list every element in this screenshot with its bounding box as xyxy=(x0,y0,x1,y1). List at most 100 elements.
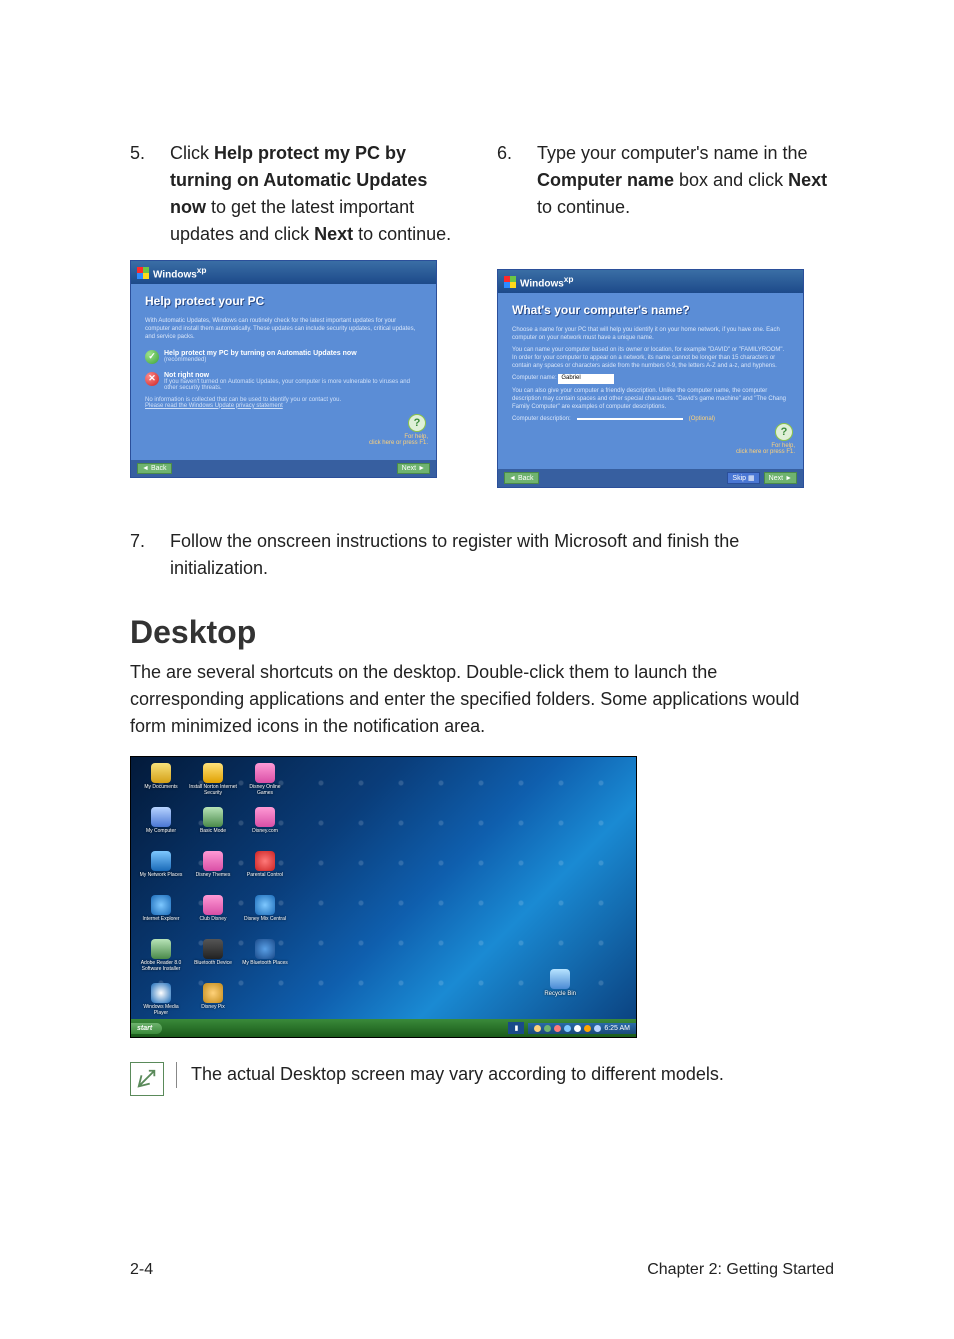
desktop-icon[interactable]: My Documents xyxy=(137,763,185,805)
desktop-icon-glyph xyxy=(255,939,275,959)
desktop-icon[interactable]: Disney Mix Central xyxy=(241,895,289,937)
desktop-icon[interactable]: Disney Themes xyxy=(189,851,237,893)
privacy-link[interactable]: Please read the Windows Update privacy s… xyxy=(145,403,283,409)
desktop-icon-label: My Network Places xyxy=(140,873,183,879)
desktop-icon-label: Disney.com xyxy=(252,829,278,835)
desktop-icon-glyph xyxy=(151,763,171,783)
desktop-icon[interactable]: Disney Online Games xyxy=(241,763,289,805)
desktop-icon-label: Bluetooth Device xyxy=(194,961,232,967)
desktop-icon[interactable]: Install Norton Internet Security xyxy=(189,763,237,805)
computer-desc-label: Computer description: xyxy=(512,416,571,424)
wizard-heading: Help protect your PC xyxy=(145,294,422,308)
privacy-fineprint: No information is collected that can be … xyxy=(145,397,422,409)
step-5: 5. Click Help protect my PC by turning o… xyxy=(130,140,467,248)
desktop-icon[interactable]: Bluetooth Device xyxy=(189,939,237,981)
desktop-icon[interactable]: My Bluetooth Places xyxy=(241,939,289,981)
chapter-label: Chapter 2: Getting Started xyxy=(647,1261,834,1279)
tray-clock: 6:25 AM xyxy=(604,1025,630,1032)
desktop-icon-glyph xyxy=(203,851,223,871)
desktop-icon-label: Disney Mix Central xyxy=(244,917,286,923)
desktop-icon[interactable]: Club Disney xyxy=(189,895,237,937)
section-heading-desktop: Desktop xyxy=(130,614,834,651)
start-button[interactable]: start xyxy=(131,1023,162,1034)
desktop-icon-label: Internet Explorer xyxy=(143,917,180,923)
taskbar-language[interactable]: ▮ xyxy=(508,1022,524,1034)
computer-name-input[interactable]: Gabriel xyxy=(558,374,614,384)
desktop-icon[interactable]: Parental Control xyxy=(241,851,289,893)
recycle-bin-icon[interactable]: Recycle Bin xyxy=(544,969,576,997)
page-number: 2-4 xyxy=(130,1261,153,1279)
desktop-icon[interactable]: Adobe Reader 8.0 Software Installer xyxy=(137,939,185,981)
step-body: Follow the onscreen instructions to regi… xyxy=(170,528,834,582)
next-button[interactable]: Next ► xyxy=(764,472,797,484)
help-label: For help, click here or press F1. xyxy=(369,434,428,446)
desktop-icon-glyph xyxy=(203,939,223,959)
help-label: For help, click here or press F1. xyxy=(736,443,795,455)
computer-name-label: Computer name: xyxy=(512,375,557,381)
desktop-icon-glyph xyxy=(203,895,223,915)
back-button[interactable]: ◄ Back xyxy=(504,472,539,484)
option-protect-now[interactable]: ✓ Help protect my PC by turning on Autom… xyxy=(145,350,422,364)
desktop-icon-glyph xyxy=(255,895,275,915)
desktop-icon-label: Basic Mode xyxy=(200,829,226,835)
desktop-icon-label: Disney Online Games xyxy=(241,785,289,796)
desktop-icon-label: Install Norton Internet Security xyxy=(189,785,237,796)
tray-icon[interactable] xyxy=(574,1025,581,1032)
help-icon[interactable]: ? xyxy=(408,414,426,432)
help-icon[interactable]: ? xyxy=(775,423,793,441)
xp-wizard-computer-name: Windowsxp What's your computer's name? C… xyxy=(497,269,804,488)
desktop-icon-glyph xyxy=(151,939,171,959)
back-button[interactable]: ◄ Back xyxy=(137,463,172,474)
computer-desc-input[interactable] xyxy=(577,418,683,420)
desktop-icon-label: Disney Themes xyxy=(196,873,231,879)
step-number: 7. xyxy=(130,528,170,582)
windows-flag-icon xyxy=(137,267,149,279)
section-para: The are several shortcuts on the desktop… xyxy=(130,659,834,740)
note-icon xyxy=(130,1062,164,1096)
tray-icon[interactable] xyxy=(534,1025,541,1032)
option-not-right-now[interactable]: ✕ Not right now If you haven't turned on… xyxy=(145,372,422,391)
desktop-screenshot: My Documents Install Norton Internet Secu… xyxy=(130,756,637,1038)
desktop-icon-glyph xyxy=(203,807,223,827)
tray-icon[interactable] xyxy=(544,1025,551,1032)
desktop-icon-glyph xyxy=(203,763,223,783)
wizard-heading: What's your computer's name? xyxy=(512,303,789,317)
desktop-icon-label: Adobe Reader 8.0 Software Installer xyxy=(137,961,185,972)
step-7: 7. Follow the onscreen instructions to r… xyxy=(130,528,834,582)
steps-5-6-row: 5. Click Help protect my PC by turning o… xyxy=(130,140,834,488)
taskbar: start ▮ 6:25 AM xyxy=(131,1019,636,1037)
desktop-icon-glyph xyxy=(151,895,171,915)
tray-icon[interactable] xyxy=(584,1025,591,1032)
desktop-icon[interactable]: Disney.com xyxy=(241,807,289,849)
tray-icon[interactable] xyxy=(554,1025,561,1032)
tray-icon[interactable] xyxy=(594,1025,601,1032)
step-body: Type your computer's name in the Compute… xyxy=(537,140,834,221)
x-shield-icon: ✕ xyxy=(145,372,159,386)
desktop-icon[interactable]: Internet Explorer xyxy=(137,895,185,937)
desktop-icon[interactable]: My Computer xyxy=(137,807,185,849)
step-6: 6. Type your computer's name in the Comp… xyxy=(497,140,834,221)
step-number: 6. xyxy=(497,140,537,221)
shield-icon: ✓ xyxy=(145,350,159,364)
skip-button[interactable]: Skip ▦ xyxy=(727,472,759,484)
desktop-icon-label: Parental Control xyxy=(247,873,283,879)
wizard-intro: With Automatic Updates, Windows can rout… xyxy=(145,318,422,341)
xp-titlebar: Windowsxp xyxy=(498,270,803,293)
windows-flag-icon xyxy=(504,276,516,288)
desktop-icon-label: Club Disney xyxy=(200,917,227,923)
step-number: 5. xyxy=(130,140,170,248)
desktop-icon-label: Disney Pix xyxy=(201,1005,225,1011)
desktop-icon-label: My Documents xyxy=(144,785,177,791)
next-button[interactable]: Next ► xyxy=(397,463,430,474)
desktop-icon-glyph xyxy=(255,851,275,871)
xp-wizard-help-protect: Windowsxp Help protect your PC With Auto… xyxy=(130,260,437,478)
note-text: The actual Desktop screen may vary accor… xyxy=(176,1062,724,1087)
page-footer: 2-4 Chapter 2: Getting Started xyxy=(130,1261,834,1279)
desktop-icon-glyph xyxy=(255,763,275,783)
tray-icon[interactable] xyxy=(564,1025,571,1032)
desktop-icon[interactable]: My Network Places xyxy=(137,851,185,893)
desktop-icon-glyph xyxy=(151,807,171,827)
xp-titlebar: Windowsxp xyxy=(131,261,436,284)
desktop-icon[interactable]: Basic Mode xyxy=(189,807,237,849)
desktop-icon-label: Windows Media Player xyxy=(137,1005,185,1016)
